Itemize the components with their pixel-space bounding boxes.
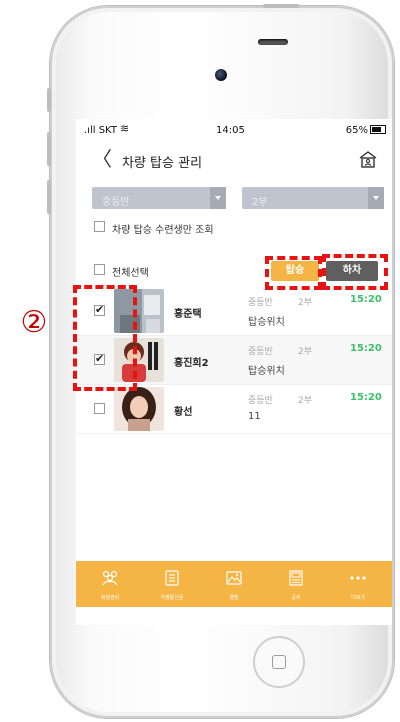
tab-label: 더보기 — [351, 595, 365, 601]
members-icon — [102, 570, 118, 586]
pickup-location: 탑승위치 — [248, 317, 285, 328]
tab-members[interactable]: 회원관리 — [80, 561, 140, 607]
battery-icon — [370, 125, 386, 134]
select-all-label: 전체선택 — [112, 268, 149, 279]
student-name: 황선 — [174, 407, 193, 418]
carrier: .ıll SKT — [84, 125, 117, 136]
student-part: 2부 — [298, 347, 313, 357]
tab-newsletter[interactable]: 가정통신문 — [142, 561, 202, 607]
more-icon — [350, 576, 366, 580]
bottom-tab-bar: 회원관리 가정통신문 앨범 공지 더보기 — [76, 561, 392, 607]
battery-percent: 65% — [345, 125, 368, 136]
class-select-value: 중등반 — [102, 197, 130, 208]
student-name: 홍진희2 — [174, 358, 209, 369]
pickup-time: 15:20 — [350, 343, 382, 354]
avatar — [114, 387, 164, 431]
chevron-down-icon — [210, 187, 226, 209]
home-button[interactable] — [253, 636, 305, 688]
home-icon[interactable] — [358, 149, 378, 169]
tab-more[interactable]: 더보기 — [328, 561, 388, 607]
part-select-value: 2부 — [252, 197, 268, 208]
student-name: 홍준택 — [174, 309, 202, 320]
chevron-down-icon — [368, 187, 384, 209]
nav-bar: 〈 차량 탑승 관리 — [76, 143, 392, 175]
status-bar: .ıll SKT ≋ 14:05 65% — [76, 119, 392, 141]
pickup-time: 15:20 — [350, 294, 382, 305]
tab-label: 가정통신문 — [160, 595, 184, 601]
step-marker: ② — [20, 305, 48, 340]
earpiece-speaker — [258, 39, 288, 45]
row-checkbox[interactable] — [94, 403, 105, 414]
tab-album[interactable]: 앨범 — [204, 561, 264, 607]
album-icon — [226, 571, 242, 585]
tab-label: 회원관리 — [100, 595, 120, 601]
clock: 14:05 — [216, 125, 245, 136]
applicants-only-checkbox[interactable] — [94, 221, 105, 232]
highlight-alight-button — [322, 254, 388, 290]
tab-label: 앨범 — [229, 595, 239, 601]
table-row[interactable]: 황선 중등반 2부 15:20 11 — [76, 385, 392, 434]
notice-icon — [289, 570, 303, 586]
student-part: 2부 — [298, 298, 313, 308]
highlight-board-button — [265, 256, 322, 290]
volume-down-button — [47, 180, 51, 214]
pickup-location: 11 — [248, 411, 261, 422]
home-button-square — [272, 655, 286, 669]
battery-status: 65% — [346, 125, 386, 136]
student-class: 중등반 — [248, 396, 273, 406]
student-class: 중등반 — [248, 347, 273, 357]
pickup-location: 탑승위치 — [248, 366, 285, 377]
document-icon — [165, 570, 179, 586]
tab-label: 공지 — [291, 595, 301, 601]
student-part: 2부 — [298, 396, 313, 406]
class-select[interactable]: 중등반 — [92, 187, 226, 209]
student-class: 중등반 — [248, 298, 273, 308]
tab-notice[interactable]: 공지 — [266, 561, 326, 607]
applicants-only-label: 차량 탑승 수련생만 조회 — [112, 225, 214, 236]
front-camera — [215, 69, 227, 81]
back-chevron-icon[interactable]: 〈 — [92, 149, 112, 169]
mute-switch — [47, 88, 51, 112]
part-select[interactable]: 2부 — [242, 187, 384, 209]
select-all-checkbox[interactable] — [94, 264, 105, 275]
pickup-time: 15:20 — [350, 392, 382, 403]
page-title: 차량 탑승 관리 — [122, 156, 203, 171]
wifi-icon: ≋ — [120, 122, 130, 135]
highlight-row-checkboxes — [73, 285, 137, 391]
power-button — [263, 4, 299, 8]
volume-up-button — [47, 132, 51, 166]
